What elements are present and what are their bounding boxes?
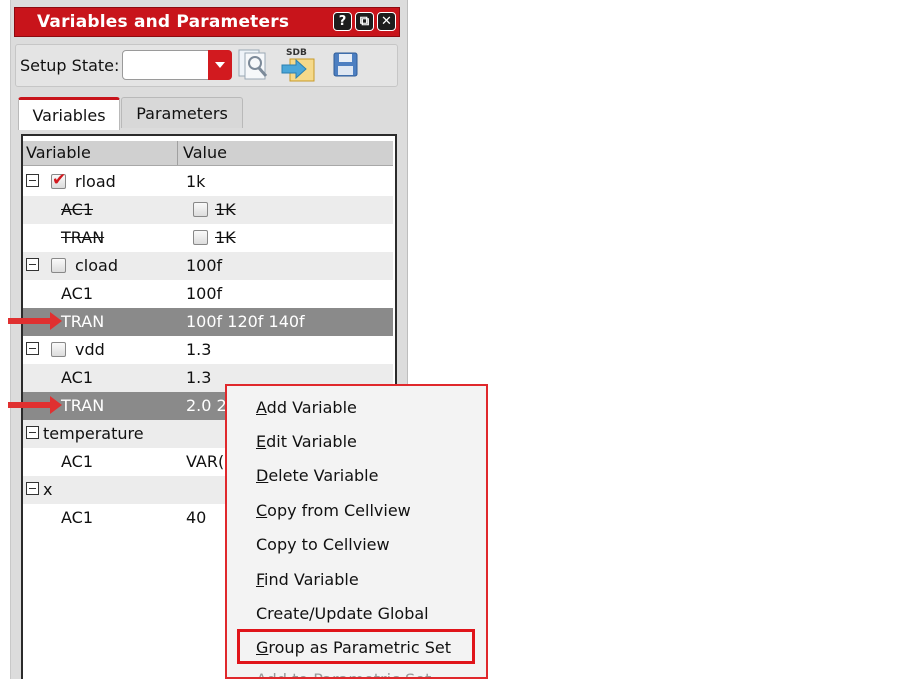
- chevron-down-icon[interactable]: [208, 50, 232, 80]
- close-icon[interactable]: ✕: [377, 12, 396, 31]
- variable-value[interactable]: 40: [186, 508, 206, 527]
- help-icon[interactable]: ?: [333, 12, 352, 31]
- mnemonic: D: [256, 466, 269, 485]
- menu-item-add-variable[interactable]: Add Variable: [256, 398, 357, 417]
- value-checkbox[interactable]: [193, 230, 208, 245]
- variable-value[interactable]: 100f: [186, 256, 222, 275]
- tab-variables[interactable]: Variables: [18, 97, 120, 130]
- column-header-variable[interactable]: Variable: [26, 143, 91, 162]
- variable-value[interactable]: 100f: [186, 284, 222, 303]
- menu-item-copy-to-cellview[interactable]: Copy to Cellview: [256, 535, 390, 554]
- test-name: TRAN: [61, 228, 105, 247]
- menu-item-create-update-global[interactable]: Create/Update Global: [256, 604, 429, 623]
- mnemonic: F: [256, 570, 265, 589]
- variable-value[interactable]: VAR(: [186, 452, 224, 471]
- collapse-icon[interactable]: [26, 174, 39, 187]
- menu-item-find-variable[interactable]: Find Variable: [256, 570, 359, 589]
- collapse-icon[interactable]: [26, 258, 39, 271]
- table-row[interactable]: cload 100f: [23, 252, 393, 280]
- test-name: TRAN: [61, 312, 105, 331]
- variable-value[interactable]: 100f 120f 140f: [186, 312, 305, 331]
- menu-item-label: ind Variable: [264, 570, 359, 589]
- save-icon[interactable]: [332, 51, 360, 79]
- sdb-label: SDB: [286, 48, 307, 58]
- menu-item-label: dd Variable: [266, 398, 357, 417]
- tab-variables-label: Variables: [32, 105, 106, 125]
- setup-state-label: Setup State:: [20, 56, 120, 75]
- annotation-arrow-icon: [8, 312, 62, 330]
- enable-checkbox[interactable]: [51, 258, 66, 273]
- setup-state-toolbar: Setup State: SDB: [15, 44, 398, 87]
- variable-name: x: [43, 480, 53, 499]
- collapse-icon[interactable]: [26, 342, 39, 355]
- sdb-icon[interactable]: SDB: [280, 45, 320, 85]
- tab-bar: Variables Parameters: [18, 97, 398, 130]
- table-header: Variable Value: [23, 141, 393, 166]
- mnemonic: A: [256, 398, 267, 417]
- panel-titlebar[interactable]: Variables and Parameters ? ⧉ ✕: [14, 7, 400, 37]
- variable-name: temperature: [43, 424, 144, 443]
- collapse-icon[interactable]: [26, 482, 39, 495]
- variable-name: rload: [75, 172, 116, 191]
- variable-value[interactable]: 2.0 2: [186, 396, 227, 415]
- mnemonic: E: [256, 432, 267, 451]
- table-row[interactable]: TRAN 1K: [23, 224, 393, 252]
- test-name: AC1: [61, 368, 94, 387]
- table-row[interactable]: AC1 100f: [23, 280, 393, 308]
- setup-state-combobox[interactable]: [122, 50, 232, 80]
- enable-checkbox[interactable]: [51, 170, 66, 190]
- test-name: AC1: [61, 284, 94, 303]
- menu-item-copy-from-cellview[interactable]: Copy from Cellview: [256, 501, 411, 520]
- menu-item-label: Create/Update Global: [256, 604, 429, 623]
- load-state-icon[interactable]: [236, 48, 272, 82]
- menu-item-add-to-parametric-set[interactable]: Add to Parametric Set: [256, 670, 431, 677]
- tab-parameters-label: Parameters: [136, 103, 228, 123]
- variable-value[interactable]: 1.3: [186, 340, 211, 359]
- variable-value[interactable]: 1.3: [186, 368, 211, 387]
- value-checkbox[interactable]: [193, 202, 208, 217]
- variable-name: vdd: [75, 340, 105, 359]
- context-menu: Add Variable Edit Variable Delete Variab…: [225, 384, 488, 679]
- tab-parameters[interactable]: Parameters: [121, 97, 243, 128]
- menu-item-edit-variable[interactable]: Edit Variable: [256, 432, 357, 451]
- menu-item-label: dit Variable: [266, 432, 357, 451]
- collapse-icon[interactable]: [26, 426, 39, 439]
- enable-checkbox[interactable]: [51, 342, 66, 357]
- annotation-arrow-icon: [8, 396, 62, 414]
- menu-item-label: Copy to Cellview: [256, 535, 390, 554]
- variable-value[interactable]: 1K: [215, 200, 236, 219]
- mnemonic: C: [256, 501, 268, 520]
- menu-item-label: Add to Parametric Set: [256, 670, 431, 677]
- table-row[interactable]: AC1 1K: [23, 196, 393, 224]
- highlight-box: [237, 629, 475, 664]
- menu-item-delete-variable[interactable]: Delete Variable: [256, 466, 378, 485]
- test-name: AC1: [61, 508, 94, 527]
- column-divider[interactable]: [177, 141, 178, 165]
- column-header-value[interactable]: Value: [183, 143, 227, 162]
- variable-value[interactable]: 1k: [186, 172, 205, 191]
- test-name: TRAN: [61, 396, 105, 415]
- panel-title: Variables and Parameters: [37, 12, 290, 32]
- test-name: AC1: [61, 200, 94, 219]
- table-row[interactable]: rload 1k: [23, 168, 393, 196]
- menu-item-label: elete Variable: [268, 466, 379, 485]
- variable-value[interactable]: 1K: [215, 228, 236, 247]
- table-row[interactable]: vdd 1.3: [23, 336, 393, 364]
- menu-item-label: opy from Cellview: [267, 501, 411, 520]
- test-name: AC1: [61, 452, 94, 471]
- table-row-selected[interactable]: TRAN 100f 120f 140f: [23, 308, 393, 336]
- float-window-icon[interactable]: ⧉: [355, 12, 374, 31]
- variable-name: cload: [75, 256, 118, 275]
